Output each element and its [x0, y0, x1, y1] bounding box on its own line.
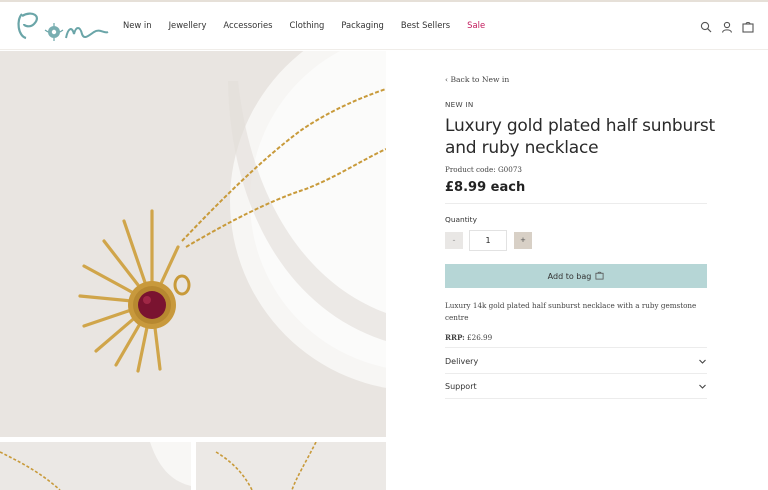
- chevron-down-icon: [699, 359, 706, 364]
- accordion-delivery-label: Delivery: [445, 357, 479, 366]
- product-eyebrow: NEW IN: [445, 100, 474, 109]
- header-icons: [700, 18, 754, 33]
- divider: [445, 398, 707, 399]
- back-link[interactable]: ‹ Back to New in: [445, 75, 509, 84]
- quantity-decrease-button[interactable]: -: [445, 232, 463, 249]
- brand-logo[interactable]: [14, 6, 110, 46]
- rrp-value: £26.99: [467, 333, 493, 342]
- nav-jewellery[interactable]: Jewellery: [169, 20, 207, 30]
- product-main-image[interactable]: [0, 51, 386, 437]
- quantity-increase-button[interactable]: +: [514, 232, 532, 249]
- product-title: Luxury gold plated half sunburst and rub…: [445, 116, 715, 158]
- nav-sale[interactable]: Sale: [467, 20, 485, 30]
- divider: [445, 347, 707, 348]
- logo-mark: [17, 12, 109, 41]
- rrp-price: RRP: £26.99: [445, 333, 492, 342]
- bag-icon[interactable]: [742, 18, 754, 33]
- accordion-support-label: Support: [445, 382, 477, 391]
- product-thumbnail-1[interactable]: [0, 442, 191, 490]
- divider: [445, 203, 707, 204]
- site-header: New in Jewellery Accessories Clothing Pa…: [0, 2, 768, 50]
- accordion-support[interactable]: Support: [445, 374, 707, 398]
- bag-icon: [595, 271, 604, 282]
- quantity-input[interactable]: 1: [469, 230, 507, 251]
- add-to-bag-button[interactable]: Add to bag: [445, 264, 707, 288]
- add-to-bag-label: Add to bag: [547, 271, 592, 281]
- product-description: Luxury 14k gold plated half sunburst nec…: [445, 301, 697, 322]
- quantity-label: Quantity: [445, 215, 477, 224]
- product-thumbnail-2[interactable]: [196, 442, 386, 490]
- product-code: Product code: G0073: [445, 165, 522, 174]
- nav-packaging[interactable]: Packaging: [341, 20, 384, 30]
- nav-accessories[interactable]: Accessories: [223, 20, 272, 30]
- accordion-delivery[interactable]: Delivery: [445, 349, 707, 373]
- search-icon[interactable]: [700, 18, 712, 33]
- nav-new-in[interactable]: New in: [123, 20, 152, 30]
- nav-clothing[interactable]: Clothing: [290, 20, 325, 30]
- back-link-label: Back to New in: [450, 75, 510, 84]
- nav-best-sellers[interactable]: Best Sellers: [401, 20, 450, 30]
- rrp-label: RRP:: [445, 333, 465, 342]
- main-nav: New in Jewellery Accessories Clothing Pa…: [123, 20, 502, 30]
- chevron-down-icon: [699, 384, 706, 389]
- account-icon[interactable]: [721, 18, 733, 33]
- product-price: £8.99 each: [445, 180, 526, 195]
